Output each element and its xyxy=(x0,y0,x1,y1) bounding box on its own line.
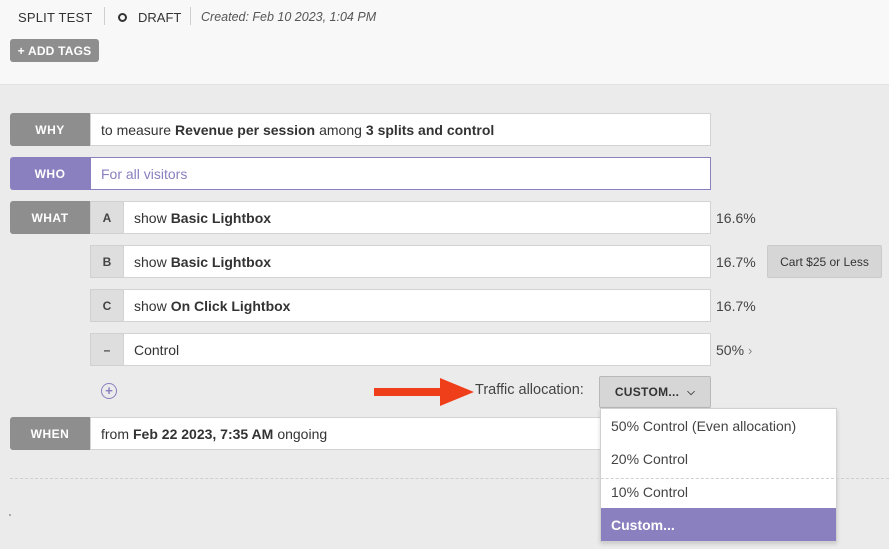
who-field[interactable]: For all visitors xyxy=(90,157,711,190)
variant-prefix: show xyxy=(134,253,167,270)
why-label: WHY xyxy=(10,113,90,146)
when-prefix: from xyxy=(101,425,129,442)
variant-name[interactable]: Basic Lightbox xyxy=(171,210,271,226)
chevron-right-icon[interactable]: › xyxy=(748,343,752,358)
status-circle-icon xyxy=(118,13,127,22)
variant-percent: 16.6% xyxy=(716,210,756,226)
variant-percent: 16.7% xyxy=(716,298,756,314)
status-label: DRAFT xyxy=(138,10,182,25)
divider xyxy=(104,7,105,25)
traffic-allocation-menu: 50% Control (Even allocation) 20% Contro… xyxy=(600,408,837,542)
variant-letter: B xyxy=(90,245,123,278)
variant-b-field[interactable]: show Basic Lightbox xyxy=(123,245,711,278)
test-type: SPLIT TEST xyxy=(18,10,93,25)
why-metric[interactable]: Revenue per session xyxy=(175,122,315,138)
who-label: WHO xyxy=(10,157,90,190)
what-label: WHAT xyxy=(10,201,90,234)
variant-letter: C xyxy=(90,289,123,322)
variant-name[interactable]: On Click Lightbox xyxy=(171,298,291,314)
control-dash: – xyxy=(90,333,123,366)
menu-item[interactable]: 20% Control xyxy=(601,442,836,475)
why-text-pre: to measure xyxy=(101,121,172,138)
divider xyxy=(9,514,11,516)
segment-button[interactable]: Cart $25 or Less xyxy=(767,245,882,278)
why-splits[interactable]: 3 splits and control xyxy=(366,122,494,138)
arrow-icon xyxy=(374,378,474,406)
test-header: SPLIT TEST DRAFT Created: Feb 10 2023, 1… xyxy=(0,0,889,85)
divider xyxy=(190,7,191,25)
when-suffix: ongoing xyxy=(277,425,328,442)
variant-a-field[interactable]: show Basic Lightbox xyxy=(123,201,711,234)
created-timestamp: Created: Feb 10 2023, 1:04 PM xyxy=(201,10,377,24)
traffic-allocation-dropdown[interactable]: CUSTOM... ⌵ xyxy=(599,376,711,408)
why-field[interactable]: to measure Revenue per session among 3 s… xyxy=(90,113,711,146)
traffic-allocation-label: Traffic allocation: xyxy=(475,382,584,398)
variant-name[interactable]: Basic Lightbox xyxy=(171,254,271,270)
control-field[interactable]: Control xyxy=(123,333,711,366)
dropdown-value: CUSTOM... xyxy=(614,385,680,399)
why-text-mid: among xyxy=(319,121,362,138)
control-name: Control xyxy=(134,341,180,358)
variant-c-field[interactable]: show On Click Lightbox xyxy=(123,289,711,322)
menu-item-selected[interactable]: Custom... xyxy=(601,508,836,541)
add-variant-icon[interactable]: + xyxy=(101,383,117,399)
who-placeholder: For all visitors xyxy=(101,165,188,182)
chevron-down-icon: ⌵ xyxy=(687,386,696,398)
control-percent: 50% xyxy=(716,342,745,358)
variant-prefix: show xyxy=(134,209,167,226)
status-badge: DRAFT xyxy=(118,10,181,25)
menu-item[interactable]: 50% Control (Even allocation) xyxy=(601,409,836,442)
variant-prefix: show xyxy=(134,297,167,314)
divider xyxy=(10,478,889,479)
variant-percent: 16.7% xyxy=(716,254,756,270)
add-tags-button[interactable]: + ADD TAGS xyxy=(10,39,99,62)
menu-item[interactable]: 10% Control xyxy=(601,475,836,508)
when-label: WHEN xyxy=(10,417,90,450)
when-date[interactable]: Feb 22 2023, 7:35 AM xyxy=(133,426,273,442)
variant-letter: A xyxy=(90,201,123,234)
control-percent-row[interactable]: 50% › xyxy=(716,342,752,358)
